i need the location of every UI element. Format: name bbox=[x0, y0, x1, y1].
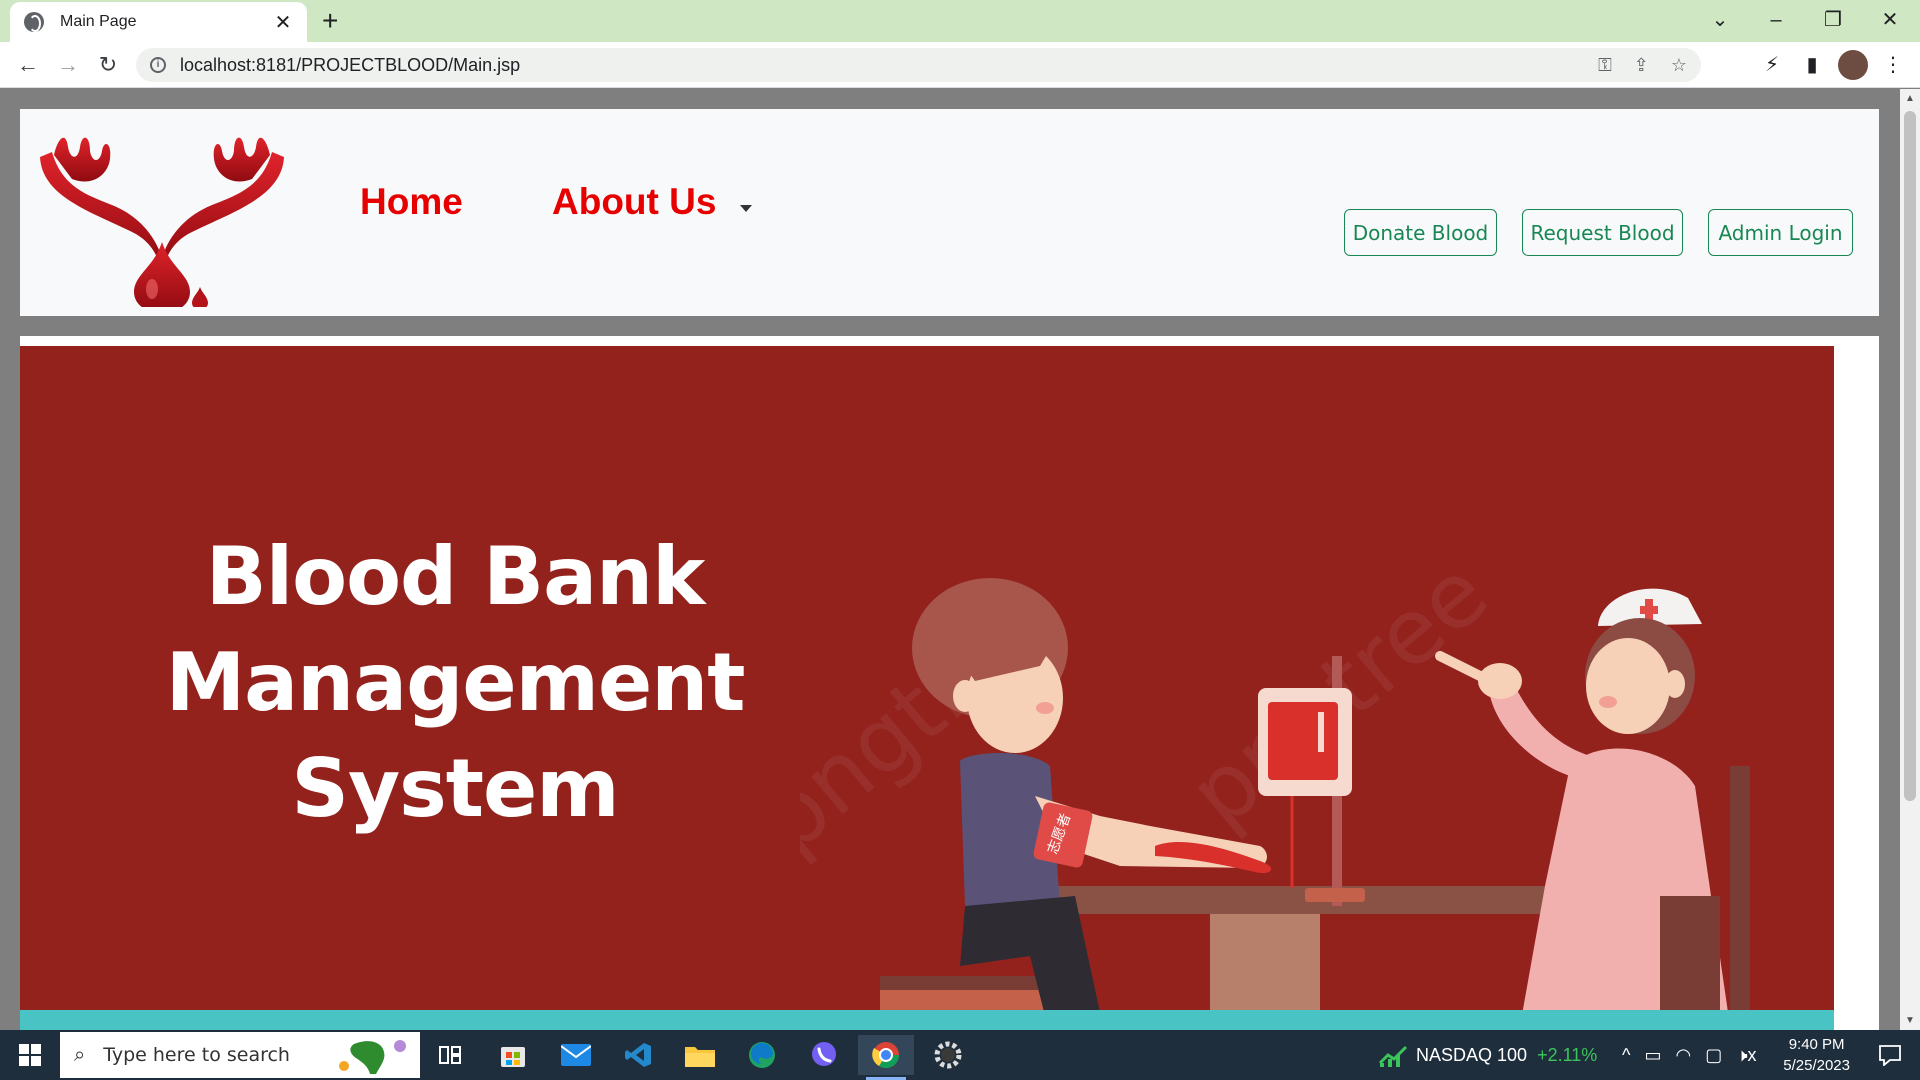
task-view-icon[interactable] bbox=[422, 1035, 478, 1075]
system-clock[interactable]: 9:40 PM 5/25/2023 bbox=[1783, 1034, 1850, 1076]
hero-container: Blood Bank Management System pngtree png… bbox=[20, 336, 1879, 1030]
hero-title-line: Blood Bank bbox=[205, 530, 706, 623]
tab-strip: Main Page ✕ + ⌄ – ❐ ✕ bbox=[0, 0, 1920, 42]
side-panel-icon[interactable]: ▮ bbox=[1797, 50, 1827, 80]
close-window-button[interactable]: ✕ bbox=[1870, 6, 1910, 34]
browser-tab[interactable]: Main Page ✕ bbox=[10, 2, 307, 42]
bookmark-star-icon[interactable]: ☆ bbox=[1671, 55, 1687, 76]
browser-toolbar: ← → ↻ i localhost:8181/PROJECTBLOOD/Main… bbox=[0, 42, 1920, 88]
africa-map-search-highlight-icon bbox=[339, 1040, 406, 1074]
chrome-icon[interactable] bbox=[858, 1035, 914, 1080]
settings-gear-icon[interactable] bbox=[920, 1035, 976, 1075]
page-viewport: Home About Us Donate Blood Request Blood… bbox=[0, 89, 1920, 1030]
system-tray: ^ ▭ ◠ ▢ 🕨x bbox=[1622, 1030, 1757, 1080]
edge-browser-icon[interactable] bbox=[734, 1035, 790, 1075]
request-blood-button[interactable]: Request Blood bbox=[1522, 209, 1683, 256]
vscode-icon[interactable] bbox=[610, 1035, 666, 1075]
mail-icon[interactable] bbox=[548, 1035, 604, 1075]
clock-date: 5/25/2023 bbox=[1783, 1057, 1850, 1074]
clock-time: 9:40 PM bbox=[1788, 1036, 1845, 1053]
tab-title: Main Page bbox=[60, 13, 137, 30]
extension-icon[interactable]: ⚡ bbox=[1757, 50, 1787, 80]
url-text[interactable]: localhost:8181/PROJECTBLOOD/Main.jsp bbox=[180, 55, 1576, 76]
stock-widget[interactable]: NASDAQ 100 +2.11% bbox=[1378, 1030, 1597, 1080]
nav-home-link[interactable]: Home bbox=[360, 181, 463, 223]
tab-search-dropdown-icon[interactable]: ⌄ bbox=[1700, 6, 1740, 34]
volume-muted-icon[interactable]: 🕨x bbox=[1736, 1045, 1756, 1066]
microsoft-store-icon[interactable] bbox=[485, 1035, 541, 1075]
hero-title-line: System bbox=[291, 742, 619, 835]
search-placeholder: Type here to search bbox=[103, 1044, 290, 1066]
forward-button[interactable]: → bbox=[52, 49, 84, 81]
tab-close-icon[interactable]: ✕ bbox=[273, 10, 293, 35]
blood-donation-illustration: pngtree pngtree bbox=[800, 540, 1750, 1030]
address-bar[interactable]: i localhost:8181/PROJECTBLOOD/Main.jsp ⚿… bbox=[136, 48, 1701, 82]
nav-about-us-link[interactable]: About Us bbox=[552, 181, 716, 223]
blood-hands-logo[interactable] bbox=[32, 117, 292, 307]
hero-title: Blood Bank Management System bbox=[150, 524, 760, 842]
taskbar-search-box[interactable]: ⌕ Type here to search bbox=[60, 1032, 420, 1078]
profile-avatar[interactable] bbox=[1838, 50, 1868, 80]
page-scrollbar[interactable]: ▲ ▼ bbox=[1900, 89, 1920, 1030]
minimize-button[interactable]: – bbox=[1756, 6, 1796, 34]
scroll-up-arrow-icon[interactable]: ▲ bbox=[1900, 93, 1920, 104]
site-info-icon[interactable]: i bbox=[150, 57, 166, 73]
wifi-icon[interactable]: ◠ bbox=[1675, 1045, 1691, 1066]
hero-title-line: Management bbox=[165, 636, 746, 729]
stock-name: NASDAQ 100 bbox=[1416, 1044, 1528, 1065]
share-icon[interactable]: ⇪ bbox=[1634, 55, 1649, 76]
hero-banner: Blood Bank Management System pngtree png… bbox=[20, 346, 1834, 1030]
stock-change: +2.11% bbox=[1537, 1044, 1598, 1065]
hero-bottom-strip bbox=[20, 1010, 1834, 1030]
scrollbar-thumb[interactable] bbox=[1904, 111, 1916, 801]
reload-button[interactable]: ↻ bbox=[92, 49, 124, 81]
windows-logo-icon bbox=[19, 1044, 41, 1066]
site-navbar: Home About Us Donate Blood Request Blood… bbox=[20, 109, 1879, 316]
new-tab-button[interactable]: + bbox=[322, 6, 338, 36]
browser-menu-icon[interactable]: ⋮ bbox=[1878, 50, 1908, 80]
search-icon: ⌕ bbox=[74, 1043, 86, 1066]
key-icon[interactable]: ⚿ bbox=[1598, 55, 1612, 76]
battery-icon[interactable]: ▭ bbox=[1644, 1045, 1661, 1066]
admin-login-button[interactable]: Admin Login bbox=[1708, 209, 1853, 256]
show-hidden-icons-chevron-icon[interactable]: ^ bbox=[1622, 1045, 1630, 1066]
start-button[interactable] bbox=[0, 1030, 60, 1080]
about-dropdown-caret-icon[interactable] bbox=[740, 205, 752, 212]
file-explorer-icon[interactable] bbox=[672, 1035, 728, 1075]
globe-icon bbox=[24, 12, 44, 32]
viber-icon[interactable] bbox=[796, 1035, 852, 1075]
scroll-down-arrow-icon[interactable]: ▼ bbox=[1900, 1015, 1920, 1026]
donate-blood-button[interactable]: Donate Blood bbox=[1344, 209, 1497, 256]
windows-taskbar: ⌕ Type here to search NASDAQ 100 +2.11% bbox=[0, 1030, 1920, 1080]
back-button[interactable]: ← bbox=[12, 49, 44, 81]
restore-button[interactable]: ❐ bbox=[1813, 6, 1853, 34]
notification-center-icon[interactable] bbox=[1878, 1044, 1902, 1066]
stock-chart-icon bbox=[1378, 1045, 1408, 1067]
meet-now-icon[interactable]: ▢ bbox=[1705, 1045, 1722, 1066]
